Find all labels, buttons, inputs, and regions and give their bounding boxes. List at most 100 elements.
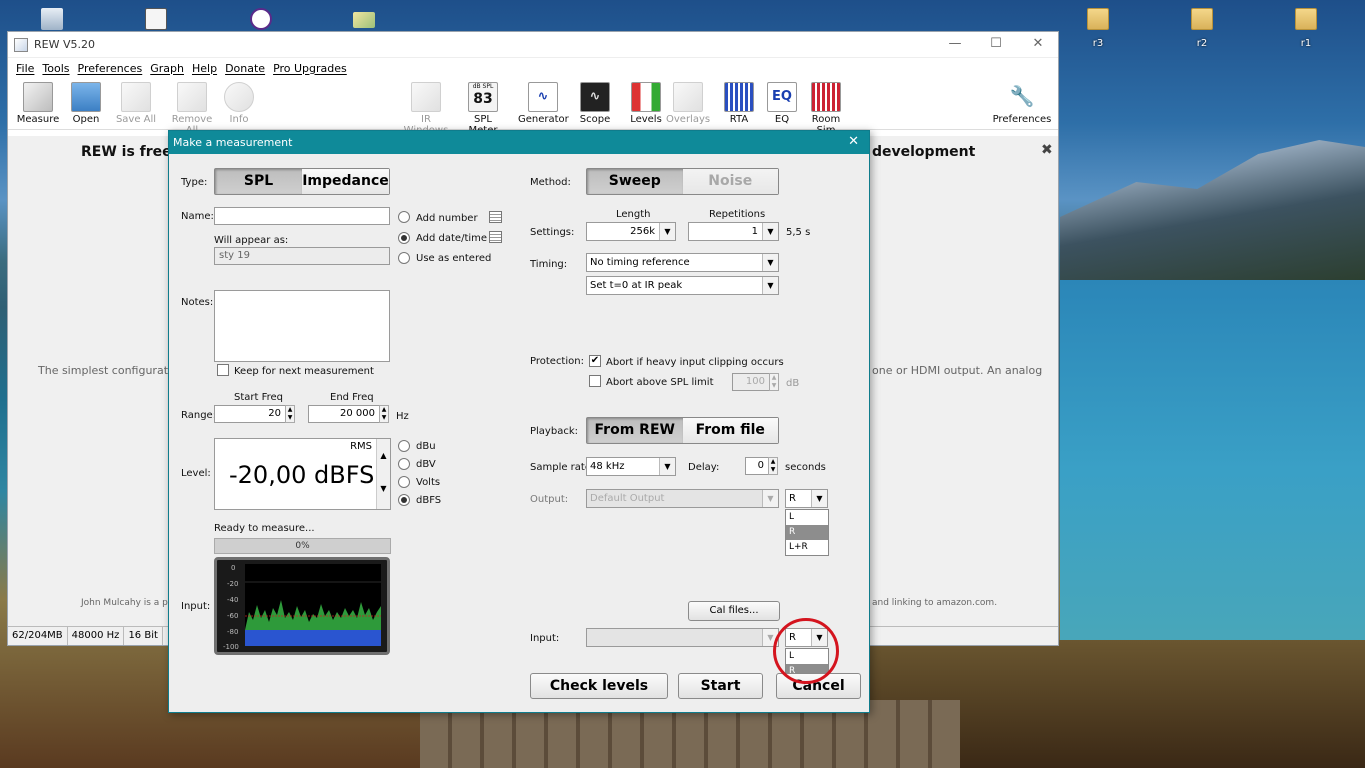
- level-scrollbar[interactable]: ▲ ▼: [376, 439, 390, 509]
- start-freq-label: Start Freq: [234, 392, 284, 403]
- level-display[interactable]: RMS -20,00 dBFS ▲ ▼: [214, 438, 391, 510]
- timing-reference-select[interactable]: No timing reference ▼: [586, 253, 779, 272]
- method-toggle: Sweep Noise: [586, 168, 779, 195]
- minimize-button[interactable]: —: [940, 36, 970, 51]
- scope-tick: -60: [227, 612, 238, 620]
- volts-radio[interactable]: [398, 476, 410, 488]
- playback-from-rew-button[interactable]: From REW: [587, 418, 683, 443]
- delay-input[interactable]: 0: [745, 457, 769, 475]
- keep-notes-checkbox[interactable]: [217, 364, 229, 376]
- spl-meter-button[interactable]: dB SPL83SPL Meter: [458, 78, 508, 136]
- toolbar: Measure Open Save All Remove All Info IR…: [8, 78, 1058, 136]
- menu-donate[interactable]: Donate: [225, 62, 265, 75]
- scope-tick: -40: [227, 596, 238, 604]
- window-title: REW V5.20: [34, 38, 95, 51]
- list-icon[interactable]: [489, 211, 502, 223]
- measure-icon: [23, 82, 53, 112]
- menu-pro-upgrades[interactable]: Pro Upgrades: [273, 62, 347, 75]
- output-channel-select[interactable]: R ▼: [785, 489, 828, 508]
- start-freq-input[interactable]: 20: [214, 405, 286, 423]
- room-sim-button[interactable]: Room Sim: [803, 78, 849, 136]
- menu-file[interactable]: File: [16, 62, 34, 75]
- start-freq-spinner[interactable]: ▲ ▼: [285, 405, 295, 423]
- rta-button[interactable]: RTA: [722, 78, 756, 125]
- ir-windows-icon: [411, 82, 441, 112]
- output-channel-option-r[interactable]: R: [786, 525, 828, 540]
- output-channel-option-lr[interactable]: L+R: [786, 540, 828, 555]
- abort-clipping-label: Abort if heavy input clipping occurs: [606, 357, 784, 368]
- playback-toggle: From REW From file: [586, 417, 779, 444]
- type-impedance-button[interactable]: Impedance: [302, 169, 389, 194]
- abort-spl-checkbox[interactable]: [589, 375, 601, 387]
- highlight-circle: [773, 618, 839, 684]
- menu-help[interactable]: Help: [192, 62, 217, 75]
- dbfs-radio[interactable]: [398, 494, 410, 506]
- output-channel-option-l[interactable]: L: [786, 510, 828, 525]
- app-shortcut-icon[interactable]: [145, 8, 167, 30]
- dbv-radio[interactable]: [398, 458, 410, 470]
- method-sweep-button[interactable]: Sweep: [587, 169, 683, 194]
- preferences-button[interactable]: 🔧 Preferences: [992, 78, 1052, 125]
- length-select[interactable]: 256k ▼: [586, 222, 676, 241]
- desktop-lake: [1060, 280, 1365, 660]
- generator-button[interactable]: ∿ Generator: [518, 78, 569, 125]
- abort-clipping-checkbox[interactable]: ✔: [589, 355, 601, 367]
- scope-tick: -20: [227, 580, 238, 588]
- name-label: Name:: [181, 211, 214, 222]
- end-freq-spinner[interactable]: ▲ ▼: [379, 405, 389, 423]
- maximize-button[interactable]: ☐: [981, 36, 1011, 51]
- notes-textarea[interactable]: [214, 290, 390, 362]
- folder-icon[interactable]: [1295, 8, 1317, 30]
- eq-button[interactable]: EQ EQ: [766, 78, 798, 125]
- folder-icon[interactable]: [1191, 8, 1213, 30]
- sample-rate-select[interactable]: 48 kHz ▼: [586, 457, 676, 476]
- menu-graph[interactable]: Graph: [150, 62, 184, 75]
- delay-spinner[interactable]: ▲ ▼: [768, 457, 778, 475]
- app-shortcut-icon[interactable]: [250, 8, 272, 30]
- chevron-down-icon: ▼: [659, 223, 675, 240]
- name-input[interactable]: [214, 207, 390, 225]
- add-number-radio[interactable]: [398, 211, 410, 223]
- start-button[interactable]: Start: [678, 673, 763, 699]
- menu-preferences[interactable]: Preferences: [78, 62, 143, 75]
- sweep-duration: 5,5 s: [786, 227, 811, 238]
- banner-text-right: development: [872, 144, 976, 160]
- use-as-entered-radio[interactable]: [398, 252, 410, 264]
- body-text-right: one or HDMI output. An analog: [872, 364, 1043, 377]
- playback-from-file-button[interactable]: From file: [682, 418, 778, 443]
- footer-text-right: and linking to amazon.com.: [872, 598, 998, 608]
- recycle-bin-icon[interactable]: [41, 8, 63, 30]
- map-shortcut-icon[interactable]: [353, 12, 375, 28]
- cal-files-button[interactable]: Cal files...: [688, 601, 780, 621]
- will-appear-value: sty 19: [214, 247, 390, 265]
- make-measurement-dialog: Make a measurement ✕ Type: SPL Impedance…: [168, 130, 870, 713]
- timing-t0-select[interactable]: Set t=0 at IR peak ▼: [586, 276, 779, 295]
- close-window-button[interactable]: ✕: [1023, 36, 1053, 51]
- open-button[interactable]: Open: [68, 78, 104, 125]
- check-levels-button[interactable]: Check levels: [530, 673, 668, 699]
- overlays-button: Overlays: [666, 78, 710, 125]
- dbu-radio[interactable]: [398, 440, 410, 452]
- list-icon[interactable]: [489, 231, 502, 243]
- scope-button[interactable]: ∿ Scope: [578, 78, 612, 125]
- menu-bar: File Tools Preferences Graph Help Donate…: [8, 58, 1058, 78]
- menu-tools[interactable]: Tools: [42, 62, 69, 75]
- dialog-close-icon[interactable]: ✕: [848, 134, 859, 149]
- dialog-title: Make a measurement: [173, 136, 293, 149]
- type-spl-button[interactable]: SPL: [215, 169, 302, 194]
- add-number-label: Add number: [416, 213, 478, 224]
- rms-label: RMS: [350, 441, 372, 452]
- chevron-down-icon: ▼: [762, 490, 778, 507]
- close-banner-icon[interactable]: ✖: [1041, 142, 1053, 158]
- levels-button[interactable]: Levels: [622, 78, 670, 125]
- rew-app-icon: [14, 37, 28, 52]
- end-freq-input[interactable]: 20 000: [308, 405, 380, 423]
- measure-button[interactable]: Measure: [16, 78, 60, 125]
- output-label: Output:: [530, 494, 569, 505]
- repetitions-select[interactable]: 1 ▼: [688, 222, 779, 241]
- rta-icon: [724, 82, 754, 112]
- sample-rate-label: Sample rate:: [530, 462, 595, 473]
- folder-icon[interactable]: [1087, 8, 1109, 30]
- hz-unit: Hz: [396, 411, 409, 422]
- add-datetime-radio[interactable]: [398, 232, 410, 244]
